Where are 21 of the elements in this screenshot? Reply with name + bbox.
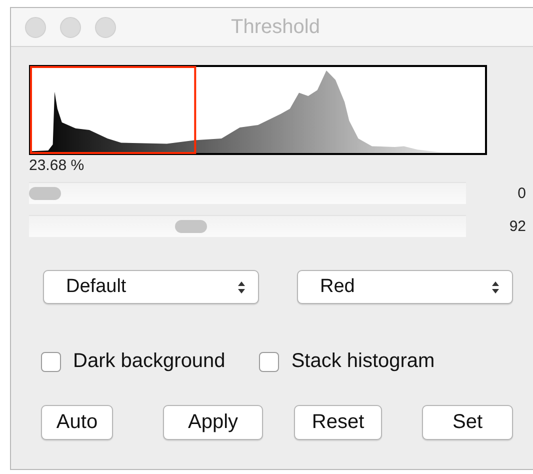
window-title: Threshold [231,16,320,38]
checkbox[interactable] [259,352,280,372]
zoom-button[interactable] [95,16,116,38]
dropdown[interactable]: Red [297,270,513,304]
slider-thumb[interactable] [29,187,61,200]
threshold-percentage: 23.68 % [29,157,84,174]
updown-arrows-icon [237,280,246,294]
checkbox[interactable] [41,352,61,372]
slider-value: 92 [508,218,526,234]
close-button[interactable] [25,16,46,38]
checkbox-label: Stack histogram [291,350,435,373]
button[interactable]: Reset [294,405,382,440]
checkbox-label: Dark background [73,350,226,373]
updown-arrows-icon [491,280,500,294]
slider-thumb[interactable] [174,220,207,233]
button[interactable]: Auto [41,405,113,440]
slider-value: 0 [516,184,526,202]
dropdown[interactable]: Default [43,270,259,304]
button[interactable]: Set [422,405,513,440]
minimize-button[interactable] [60,16,81,38]
button[interactable]: Apply [163,405,263,440]
